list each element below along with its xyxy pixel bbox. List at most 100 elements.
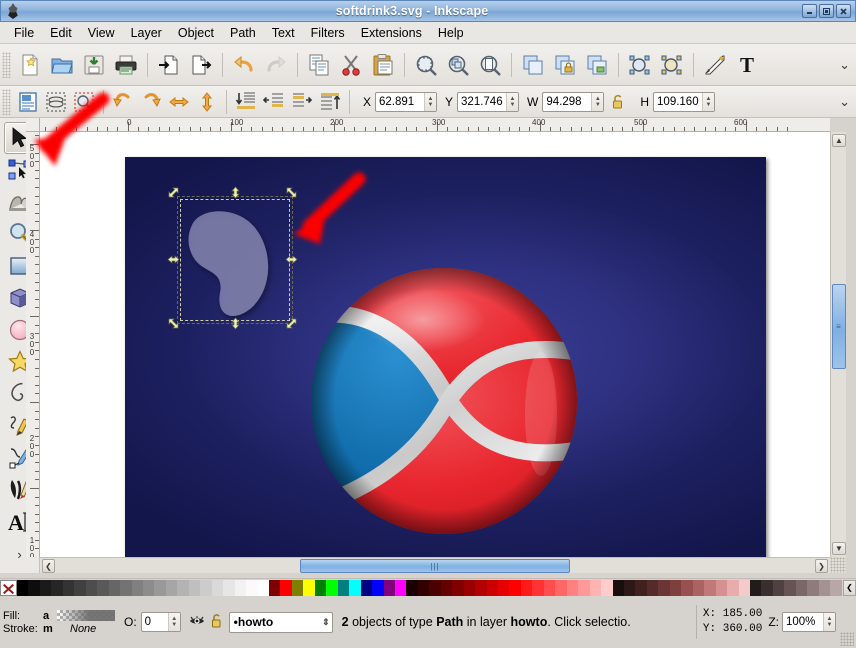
palette-swatch[interactable] bbox=[475, 579, 487, 596]
palette-swatch[interactable] bbox=[326, 579, 338, 596]
new-document-icon[interactable] bbox=[15, 50, 45, 80]
palette-swatch[interactable] bbox=[108, 579, 121, 596]
palette-swatch[interactable] bbox=[795, 579, 808, 596]
stroke-row[interactable]: Stroke: m None bbox=[3, 622, 118, 635]
palette-swatch[interactable] bbox=[314, 579, 327, 596]
fill-row[interactable]: Fill: a bbox=[3, 609, 118, 622]
palette-swatch[interactable] bbox=[555, 579, 567, 596]
menu-filters[interactable]: Filters bbox=[303, 24, 353, 42]
palette-none-swatch[interactable] bbox=[0, 579, 17, 596]
style-indicator[interactable]: Fill: a Stroke: m None bbox=[0, 609, 118, 635]
palette-swatch[interactable] bbox=[566, 579, 579, 596]
palette-swatch[interactable] bbox=[635, 579, 647, 596]
palette-swatch[interactable] bbox=[62, 579, 75, 596]
palette-swatch[interactable] bbox=[383, 579, 395, 596]
palette-swatch[interactable] bbox=[486, 579, 499, 596]
palette-swatch[interactable] bbox=[257, 579, 269, 596]
text-properties-icon[interactable]: T bbox=[732, 50, 762, 80]
palette-swatch[interactable] bbox=[807, 579, 819, 596]
palette-swatch[interactable] bbox=[520, 579, 533, 596]
palette-swatch[interactable] bbox=[727, 579, 739, 596]
menu-edit[interactable]: Edit bbox=[42, 24, 80, 42]
palette-swatch[interactable] bbox=[658, 579, 670, 596]
h-spinner[interactable]: ▲ ▼ bbox=[702, 92, 715, 111]
flip-horizontal-icon[interactable] bbox=[166, 89, 192, 115]
zoom-field[interactable]: ▲▼ bbox=[782, 612, 836, 632]
fill-stroke-dialog-icon[interactable] bbox=[625, 50, 655, 80]
import-icon[interactable] bbox=[154, 50, 184, 80]
selection-handle-w[interactable] bbox=[167, 253, 180, 266]
h-field[interactable]: ▲▼ bbox=[653, 91, 716, 112]
palette-swatch[interactable] bbox=[74, 579, 86, 596]
horizontal-ruler[interactable]: 0 100 200 300 400 500 600 bbox=[40, 118, 830, 132]
export-icon[interactable] bbox=[186, 50, 216, 80]
copy-icon[interactable] bbox=[304, 50, 334, 80]
redo-icon[interactable] bbox=[261, 50, 291, 80]
layer-dropdown-icon[interactable]: ⇕ bbox=[322, 617, 330, 628]
palette-swatch[interactable] bbox=[704, 579, 716, 596]
units-chevron[interactable]: ⌄ bbox=[839, 94, 850, 110]
selection-handle-s[interactable] bbox=[229, 317, 242, 330]
palette-swatch[interactable] bbox=[211, 579, 224, 596]
palette-swatch[interactable] bbox=[406, 579, 418, 596]
palette-swatch[interactable] bbox=[17, 579, 29, 596]
layer-selector[interactable]: •howto ⇕ bbox=[228, 611, 333, 633]
document-page[interactable] bbox=[125, 157, 766, 557]
palette-swatch[interactable] bbox=[601, 579, 613, 596]
deselect-icon[interactable] bbox=[71, 89, 97, 115]
menu-help[interactable]: Help bbox=[430, 24, 472, 42]
rotate-cw-icon[interactable] bbox=[138, 89, 164, 115]
palette-swatches[interactable] bbox=[17, 579, 842, 596]
duplicate-icon[interactable] bbox=[518, 50, 548, 80]
palette-swatch[interactable] bbox=[772, 579, 785, 596]
open-document-icon[interactable] bbox=[47, 50, 77, 80]
palette-swatch[interactable] bbox=[440, 579, 453, 596]
maximize-button[interactable] bbox=[819, 4, 834, 18]
palette-swatch[interactable] bbox=[177, 579, 189, 596]
object-properties-icon[interactable] bbox=[657, 50, 687, 80]
w-input[interactable] bbox=[543, 92, 592, 111]
color-palette[interactable]: ❮ bbox=[0, 578, 856, 596]
toolbar-grip[interactable] bbox=[2, 88, 11, 115]
fill-swatch[interactable] bbox=[57, 610, 115, 621]
palette-swatch[interactable] bbox=[51, 579, 63, 596]
palette-swatch[interactable] bbox=[165, 579, 178, 596]
raise-to-top-icon[interactable] bbox=[317, 89, 343, 115]
scroll-left-button[interactable]: ❮ bbox=[42, 559, 55, 573]
palette-swatch[interactable] bbox=[394, 579, 407, 596]
lock-open-icon[interactable] bbox=[605, 89, 631, 115]
palette-swatch[interactable] bbox=[360, 579, 373, 596]
palette-swatch[interactable] bbox=[612, 579, 625, 596]
vertical-scroll-thumb[interactable]: ≡ bbox=[832, 284, 846, 369]
scroll-down-button[interactable]: ▼ bbox=[832, 542, 846, 555]
palette-swatch[interactable] bbox=[131, 579, 143, 596]
scroll-right-button[interactable]: ❯ bbox=[815, 559, 828, 573]
w-field[interactable]: ▲▼ bbox=[542, 91, 605, 112]
palette-swatch[interactable] bbox=[681, 579, 693, 596]
lock-open-icon[interactable] bbox=[210, 613, 224, 632]
selection-handle-e[interactable] bbox=[285, 253, 298, 266]
opacity-field[interactable]: ▲▼ bbox=[140, 612, 181, 632]
palette-swatch[interactable] bbox=[39, 579, 52, 596]
palette-swatch[interactable] bbox=[97, 579, 109, 596]
minimize-button[interactable] bbox=[802, 4, 817, 18]
rotate-ccw-icon[interactable] bbox=[110, 89, 136, 115]
selection-handle-nw[interactable] bbox=[167, 186, 180, 199]
palette-swatch[interactable] bbox=[784, 579, 796, 596]
palette-swatch[interactable] bbox=[589, 579, 602, 596]
raise-icon[interactable] bbox=[289, 89, 315, 115]
group-icon[interactable] bbox=[550, 50, 580, 80]
palette-swatch[interactable] bbox=[268, 579, 281, 596]
palette-swatch[interactable] bbox=[463, 579, 476, 596]
menu-text[interactable]: Text bbox=[264, 24, 303, 42]
palette-swatch[interactable] bbox=[223, 579, 235, 596]
menu-view[interactable]: View bbox=[80, 24, 123, 42]
vertical-scrollbar[interactable]: ▲ ≡ ▼ bbox=[830, 132, 846, 557]
y-field[interactable]: ▲▼ bbox=[457, 91, 520, 112]
palette-swatch[interactable] bbox=[246, 579, 258, 596]
ball-artwork[interactable] bbox=[305, 262, 583, 540]
palette-swatch[interactable] bbox=[532, 579, 544, 596]
palette-swatch[interactable] bbox=[738, 579, 750, 596]
print-document-icon[interactable] bbox=[111, 50, 141, 80]
opacity-spinner[interactable]: ▲ ▼ bbox=[167, 613, 180, 631]
